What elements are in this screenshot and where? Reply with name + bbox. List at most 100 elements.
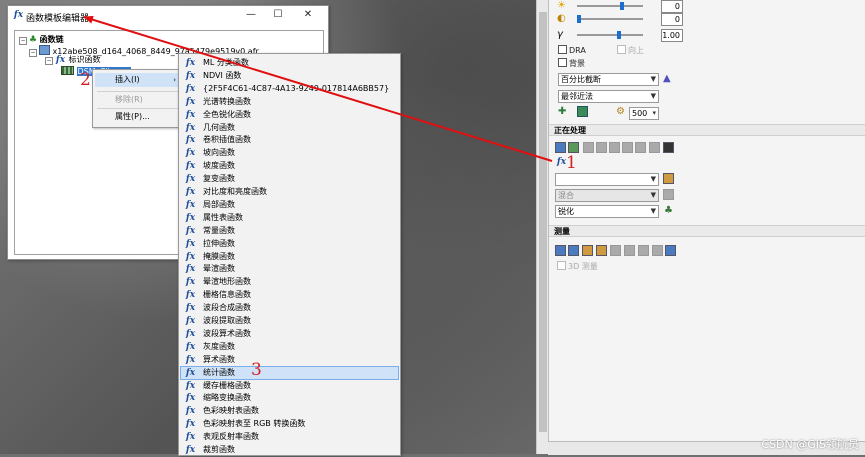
clip-tool-icon[interactable] — [583, 142, 594, 153]
ndvi-tool-icon[interactable] — [635, 142, 646, 153]
submenu-item[interactable]: fx 几何函数 — [181, 122, 398, 135]
mix-options-icon[interactable] — [663, 189, 674, 200]
submenu-item[interactable]: fx 色彩映射表至 RGB 转换函数 — [181, 418, 398, 431]
gamma-slider[interactable] — [577, 31, 643, 39]
submenu-item[interactable]: fx 光谱转换函数 — [181, 96, 398, 109]
zoom-value-input[interactable]: 500 ▾ — [629, 107, 659, 120]
measure-height-icon[interactable] — [568, 245, 579, 256]
contrast-slider[interactable] — [577, 15, 643, 23]
pansharpen-tool-icon[interactable] — [649, 142, 660, 153]
submenu-item[interactable]: fx 波段合成函数 — [181, 302, 398, 315]
dra-checkbox[interactable]: DRA — [558, 45, 586, 56]
slider-knob[interactable] — [617, 31, 621, 39]
measure-perimeter-icon[interactable] — [624, 245, 635, 256]
palette-icon[interactable] — [663, 173, 674, 184]
submenu-item-label: 波段算术函数 — [203, 328, 251, 338]
submenu-item[interactable]: fx 坡度函数 — [181, 160, 398, 173]
above-checkbox[interactable]: 向上 — [617, 45, 644, 56]
brightness-slider[interactable] — [577, 2, 643, 10]
submenu-item[interactable]: fx 栅格信息函数 — [181, 289, 398, 302]
menu-item-insert[interactable]: 插入(I) › — [95, 73, 181, 87]
submenu-item[interactable]: fx {2F5F4C61-4C87-4A13-9249-017814A6BB57} — [181, 83, 398, 96]
measure-distance-icon[interactable] — [555, 245, 566, 256]
slider-knob[interactable] — [620, 2, 624, 10]
mix-mode-select[interactable]: 混合 ▼ — [555, 189, 659, 202]
sharpen-apply-icon[interactable]: ♣ — [664, 205, 673, 216]
function-select[interactable]: ▼ — [555, 173, 659, 186]
tree-node-function[interactable]: − fx 标识函数 — [45, 55, 101, 66]
submenu-item[interactable]: fx 常量函数 — [181, 225, 398, 238]
collapse-icon[interactable]: − — [45, 57, 53, 65]
resampling-select[interactable]: 最邻近法 ▼ — [558, 90, 659, 103]
submenu-item[interactable]: fx 色彩映射表函数 — [181, 405, 398, 418]
menu-item-remove[interactable]: 移除(R) — [95, 93, 181, 107]
checkbox-box[interactable] — [558, 45, 567, 54]
measure-point-icon[interactable] — [596, 245, 607, 256]
histogram-icon[interactable]: ▲ — [663, 73, 671, 84]
processing-section-header[interactable]: 正在处理 — [549, 124, 865, 136]
window-titlebar[interactable]: fx 函数模板编辑器 — ☐ ✕ — [8, 6, 328, 26]
measure-results-icon[interactable] — [665, 245, 676, 256]
mask-tool-icon[interactable] — [596, 142, 607, 153]
submenu-item[interactable]: fx 裁剪函数 — [181, 444, 398, 457]
background-checkbox[interactable]: 背景 — [558, 58, 585, 69]
save-icon[interactable] — [663, 142, 674, 153]
collapse-icon[interactable]: − — [19, 37, 27, 45]
submenu-item[interactable]: fx 局部函数 — [181, 199, 398, 212]
measure-area-icon[interactable] — [582, 245, 593, 256]
add-layer-icon[interactable]: ✚ — [558, 106, 566, 117]
submenu-item-label: 裁剪函数 — [203, 445, 235, 454]
submenu-item[interactable]: fx 缩略变换函数 — [181, 392, 398, 405]
maximize-button[interactable]: ☐ — [269, 8, 287, 22]
submenu-item[interactable]: fx 掩膜函数 — [181, 251, 398, 264]
submenu-item[interactable]: fx 对比度和亮度函数 — [181, 186, 398, 199]
minimize-button[interactable]: — — [242, 8, 260, 22]
submenu-item[interactable]: fx 波段算术函数 — [181, 328, 398, 341]
submenu-item[interactable]: fx ML 分类函数 — [181, 57, 398, 70]
submenu-item[interactable]: fx 灰度函数 — [181, 341, 398, 354]
stretch-type-select[interactable]: 百分比截断 ▼ — [558, 73, 659, 86]
tree-node-root[interactable]: − ♣ 函数链 — [19, 35, 64, 45]
submenu-item[interactable]: fx 全色锐化函数 — [181, 109, 398, 122]
slider-knob[interactable] — [577, 15, 581, 23]
measure-3d-checkbox[interactable]: 3D 测量 — [557, 261, 598, 272]
submenu-item[interactable]: fx NDVI 函数 — [181, 70, 398, 83]
checkbox-box[interactable] — [558, 58, 567, 67]
function-tool-icon[interactable] — [555, 142, 566, 153]
checkbox-box[interactable] — [557, 261, 566, 270]
submenu-item[interactable]: fx 表观反射率函数 — [181, 431, 398, 444]
gamma-value[interactable]: 1.00 — [661, 29, 683, 42]
measure-centroid-icon[interactable] — [610, 245, 621, 256]
collapse-icon[interactable]: − — [29, 49, 37, 57]
measure-shadow-icon[interactable] — [652, 245, 663, 256]
mosaic-tool-icon[interactable] — [568, 142, 579, 153]
submenu-item[interactable]: fx 统计函数 — [180, 365, 399, 381]
submenu-item[interactable]: fx 晕渲函数 — [181, 263, 398, 276]
shadow-tool-icon[interactable] — [609, 142, 620, 153]
diff-tool-icon[interactable] — [622, 142, 633, 153]
contrast-icon: ◐ — [557, 13, 566, 24]
menu-item-properties[interactable]: 属性(P)... — [95, 110, 181, 124]
submenu-item[interactable]: fx 卷积插值函数 — [181, 134, 398, 147]
function-icon: fx — [185, 58, 196, 68]
submenu-item[interactable]: fx 拉伸函数 — [181, 238, 398, 251]
submenu-item[interactable]: fx 属性表函数 — [181, 212, 398, 225]
menu-separator — [97, 91, 179, 92]
function-icon: fx — [185, 109, 196, 120]
submenu-item[interactable]: fx 复变函数 — [181, 173, 398, 186]
submenu-item[interactable]: fx 坡向函数 — [181, 147, 398, 160]
submenu-item[interactable]: fx 波段提取函数 — [181, 315, 398, 328]
submenu-item[interactable]: fx 缓存栅格函数 — [181, 380, 398, 393]
submenu-item[interactable]: fx 算术函数 — [181, 354, 398, 367]
measure-angle-icon[interactable] — [638, 245, 649, 256]
brightness-value[interactable]: 0 — [661, 0, 683, 13]
submenu-item[interactable]: fx 晕渲地形函数 — [181, 276, 398, 289]
layer-color-icon[interactable] — [577, 106, 588, 117]
checkbox-box[interactable] — [617, 45, 626, 54]
close-button[interactable]: ✕ — [299, 8, 317, 22]
mix-mode-value: 混合 — [558, 191, 574, 200]
measure-section-header[interactable]: 测量 — [549, 225, 865, 237]
contrast-value[interactable]: 0 — [661, 13, 683, 26]
scrollbar-thumb[interactable] — [539, 12, 547, 432]
sharpen-select[interactable]: 锐化 ▼ — [555, 205, 659, 218]
